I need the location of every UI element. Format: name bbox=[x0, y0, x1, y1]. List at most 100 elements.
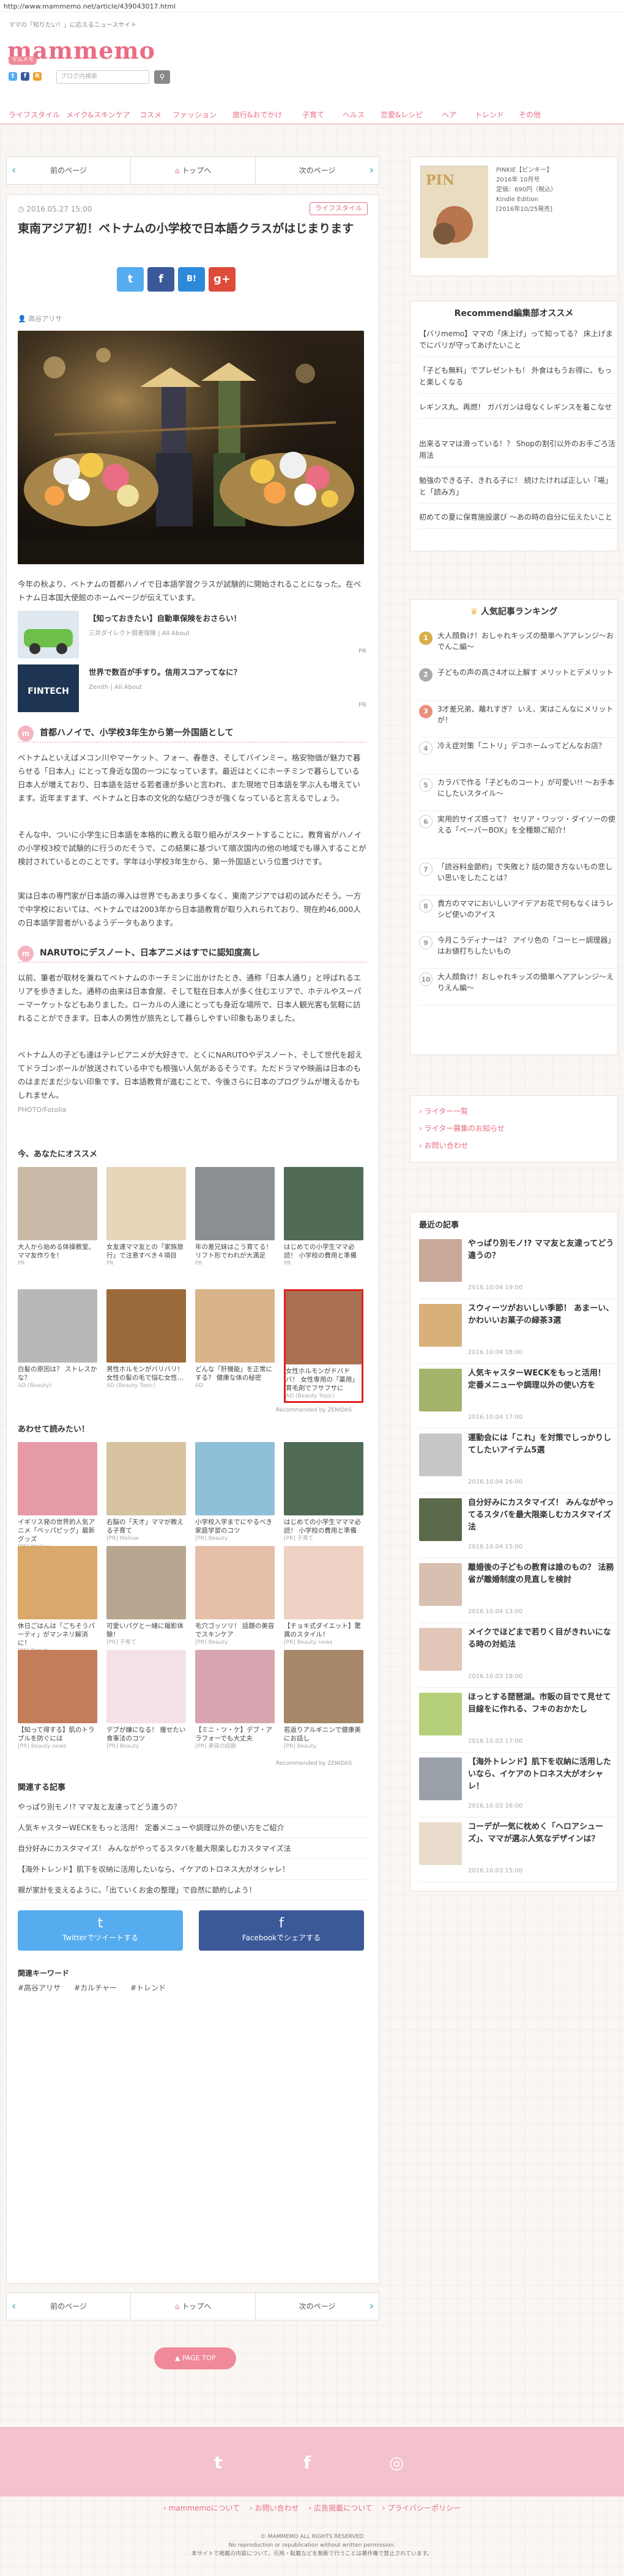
latest-item[interactable]: コーデが一気に枕めく「ヘロアシューズ」、ママが選ぶ人気なデザインは？ 2016.1… bbox=[419, 1817, 616, 1882]
nav-item-other[interactable]: その他 bbox=[519, 109, 541, 120]
facebook-icon[interactable]: f bbox=[21, 72, 29, 81]
latest-item[interactable]: やっぱり別モノ!? ママ友と友達ってどう違うの？ 2016.10.04 19:00 bbox=[419, 1234, 616, 1299]
keyword-tag[interactable]: #高谷アリサ bbox=[18, 1982, 61, 1993]
related-item[interactable]: 親が家計を支えるように。「出ていくお金の整理」で自然に節約しよう！ bbox=[18, 1880, 366, 1901]
ranking-item[interactable]: 3 3才差兄弟、離れすぎ？ いえ、実はこんなにメリットが！ bbox=[419, 704, 616, 738]
read-item[interactable]: はじめての小学生マママ必読！ 小学校の費用と準備 [PR] 子育て bbox=[284, 1442, 363, 1544]
nav-item-cosmetics[interactable]: コスメ bbox=[139, 109, 162, 120]
instagram-icon[interactable]: ◎ bbox=[389, 2450, 404, 2476]
facebook-share-button[interactable]: f Facebookでシェアする bbox=[199, 1910, 364, 1951]
read-item[interactable]: 毛穴ゴッソリ！ 話題の美容でスキンケア [PR] Beauty bbox=[195, 1546, 275, 1647]
ranking-item[interactable]: 6 実用的サイズ感って？ セリア・ワッツ・ダイソーの使える「ペーパーBOX」を全種… bbox=[419, 814, 616, 859]
ranking-item[interactable]: 9 今月こうディナーは？ アイリ色の「コーヒー調理器」はお値打ちしたいもの bbox=[419, 935, 616, 969]
nav-item-travel[interactable]: 旅行&おでかけ bbox=[232, 109, 282, 120]
footer-link-about[interactable]: › mammemoについて bbox=[163, 2504, 240, 2512]
prev-page-button[interactable]: ‹ 前のページ bbox=[7, 157, 131, 184]
contact-link[interactable]: › お問い合わせ bbox=[419, 1140, 469, 1151]
rss-icon[interactable]: R bbox=[33, 72, 42, 81]
keyword-tag[interactable]: #トレンド bbox=[130, 1982, 166, 1993]
magazine-box[interactable]: PIN PINKIE【ピンキー】 2016年 10月号 定価：690円（税込） … bbox=[410, 156, 618, 276]
next-page-button[interactable]: 次のページ › bbox=[256, 2293, 379, 2320]
nav-item-fashion[interactable]: ファッション bbox=[173, 109, 217, 120]
nav-item-parenting[interactable]: 子育て bbox=[302, 109, 324, 120]
recommend-item[interactable]: はじめての小学生ママ必読！ 小学校の費用と準備 PR bbox=[284, 1167, 363, 1268]
nav-item-health[interactable]: ヘルス bbox=[343, 109, 365, 120]
sponsored-ad[interactable]: FINTECH 世界で数百が手すり。信用スコアってなに？ Zenith | Al… bbox=[18, 664, 366, 713]
article-title: 東南アジア初！ベトナムの小学校で日本語クラスがはじまります bbox=[18, 222, 354, 235]
nav-item-makeup[interactable]: メイク&スキンケア bbox=[66, 109, 130, 120]
latest-item[interactable]: 【海外トレンド】肌下を収納に活用したいなら、イケアのトロネス大がオシャレ！ 201… bbox=[419, 1753, 616, 1817]
latest-item[interactable]: ほっとする琵琶湖。市販の目でて見せて目線をに作れる、フキのおかたし 2016.10… bbox=[419, 1688, 616, 1753]
ranking-item[interactable]: 8 貴方のママにおいしいアイデアお花で何もなくほうレシピ使いのアイス bbox=[419, 898, 616, 932]
browser-url-bar[interactable]: http://www.mammemo.net/article/439043017… bbox=[0, 0, 624, 12]
editor-item[interactable]: レギンス丸、再燃！ ガバガンは母なくレギンスを着こなせ bbox=[419, 402, 616, 419]
hatena-share-button[interactable]: B! bbox=[178, 267, 205, 292]
latest-item[interactable]: 運動会には「これ」を対策でしっかりしてしたいアイテム5選 2016.10.04 1… bbox=[419, 1429, 616, 1493]
prev-page-button[interactable]: ‹ 前のページ bbox=[7, 2293, 131, 2320]
nav-item-love-recipe[interactable]: 恋愛&レシピ bbox=[381, 109, 423, 120]
read-item[interactable]: 【チョキ式ダイエット】驚異のスタイル！ [PR] Beauty news bbox=[284, 1546, 363, 1647]
latest-item[interactable]: スウィーツがおいしい季節！ あまーい、かわいいお菓子の緑茶3選 2016.10.0… bbox=[419, 1299, 616, 1364]
related-item[interactable]: 【海外トレンド】肌下を収納に活用したいなら、イケアのトロネス大がオシャレ！ bbox=[18, 1859, 366, 1880]
editor-item[interactable]: 初めての夏に保育施設選び ～あの時の自分に伝えたいこと bbox=[419, 512, 616, 529]
footer-link-ads[interactable]: › 広告掲載について bbox=[308, 2504, 372, 2512]
recommend-item[interactable]: 女友達ママ友との「家族旅行」で注意すべき４項目 PR bbox=[106, 1167, 186, 1268]
footer-link-contact[interactable]: › お問い合わせ bbox=[250, 2504, 299, 2512]
read-item[interactable]: 【ミニ・ツ・ケ】デブ・アラフォーでも大丈夫 [PR] 美容の話題 bbox=[195, 1650, 275, 1751]
twitter-tweet-button[interactable]: t Twitterでツイートする bbox=[18, 1910, 183, 1951]
latest-item[interactable]: 離婚後の子どもの教育は誰のもの？ 法務省が離婚制度の見直しを検討 2016.10.… bbox=[419, 1558, 616, 1623]
editor-item[interactable]: 勉強のできる子、きれる子に！ 続けたければ正しい「場」と「読み方」 bbox=[419, 475, 616, 504]
editor-item[interactable]: 出来るママは滑っている！？ Shopの割引以外のお手ごろ活用法 bbox=[419, 438, 616, 467]
sponsored-ad[interactable]: 【知っておきたい】自動車保険をおさらい！ 三井ダイレクト損害保険 | All A… bbox=[18, 611, 366, 660]
top-page-button[interactable]: ⌂ トップへ bbox=[131, 2293, 256, 2320]
search-button[interactable]: ⚲ bbox=[154, 70, 170, 84]
recommend-item[interactable]: 白髪の原因は？ ストレスかな？ AD (Beauty) bbox=[18, 1289, 97, 1391]
nav-item-lifestyle[interactable]: ライフスタイル bbox=[9, 109, 60, 120]
ranking-item[interactable]: 2 子どもの声の高さ4才以上解す メリットとデメリット bbox=[419, 667, 616, 701]
ranking-item[interactable]: 7 「読谷料金節約」で失敗と? 話の聞き方ないもの悲しい思いをしたことは？ bbox=[419, 861, 616, 896]
read-item[interactable]: 右脳の「天才」ママが教える子育て [PR] Mellow bbox=[106, 1442, 186, 1544]
facebook-share-button[interactable]: f bbox=[147, 267, 174, 292]
category-badge[interactable]: ライフスタイル bbox=[310, 202, 368, 215]
twitter-icon[interactable]: t bbox=[9, 72, 17, 81]
recommend-item[interactable]: 男性ホルモンがバリバリ！ 女性の髪の毛で悩む女性… AD (Beauty Topi… bbox=[106, 1289, 186, 1391]
facebook-icon[interactable]: f bbox=[303, 2450, 311, 2476]
latest-item[interactable]: メイクでほどまで若りく目がきれいになる時の対処法 2016.10.03 18:00 bbox=[419, 1623, 616, 1688]
search-input[interactable]: ブログ内検索 bbox=[56, 70, 149, 84]
ranking-item[interactable]: 5 カラバで作る「子どものコート」が可愛い!! ～お手本にしたいスタイル～ bbox=[419, 777, 616, 811]
keyword-tag[interactable]: #カルチャー bbox=[74, 1982, 117, 1993]
related-item[interactable]: やっぱり別モノ!? ママ友と友達ってどう違うの？ bbox=[18, 1797, 366, 1817]
top-page-button[interactable]: ⌂ トップへ bbox=[131, 157, 256, 184]
nav-item-hair[interactable]: ヘア bbox=[442, 109, 456, 120]
read-item[interactable]: 小学校入学までにやるべき家庭学習のコツ [PR] Beauty bbox=[195, 1442, 275, 1544]
recommend-item[interactable]: 大人から始める体操教室。ママ友作りを！ PR bbox=[18, 1167, 97, 1268]
recommend-item[interactable]: 女性ホルモンがドバドバ！ 女性専用の「薬用」育毛剤でフサフサに AD (Beaut… bbox=[284, 1289, 363, 1403]
latest-item[interactable]: 人気キャスターWECKをもっと活用！ 定番メニューや調理以外の使い方を 2016.… bbox=[419, 1364, 616, 1429]
editor-item[interactable]: 「子ども無料」でプレゼントも！ 外食はもうお得に、もっと楽しくなる bbox=[419, 365, 616, 394]
ranking-item[interactable]: 10 大人顔負け！おしゃれキッズの簡単ヘアアレンジ～えりえん編～ bbox=[419, 971, 616, 1006]
read-item[interactable]: イギリス発の世界的人気アニメ「ペッパピッグ」最新グッズ[PR] Mellow bbox=[18, 1442, 97, 1552]
googleplus-share-button[interactable]: g+ bbox=[209, 267, 236, 292]
twitter-icon[interactable]: t bbox=[214, 2450, 222, 2476]
next-page-button[interactable]: 次のページ › bbox=[256, 157, 379, 184]
related-item[interactable]: 人気キャスターWECKをもっと活用！ 定番メニューや調理以外の使い方をご紹介 bbox=[18, 1817, 366, 1838]
read-item[interactable]: 可愛いパグと一緒に撮影体験！ [PR] 子育て bbox=[106, 1546, 186, 1647]
recommend-item[interactable]: 年の差兄妹はこう育てる！ リフト形でわれが大満足 PR bbox=[195, 1167, 275, 1268]
read-item[interactable]: デブが嫌になる！ 痩せたい食事法のコツ [PR] Beauty bbox=[106, 1650, 186, 1751]
nav-item-trend[interactable]: トレンド bbox=[475, 109, 504, 120]
editor-item[interactable]: 【バリmemo】ママの「床上げ」って知ってる？ 床上げまでにバリが守ってあげたい… bbox=[419, 328, 616, 357]
related-item[interactable]: 自分好みにカスタマイズ！ みんながやってるスタバを最大限楽しむカスタマイズ法 bbox=[18, 1838, 366, 1859]
writers-link[interactable]: › ライター一覧 bbox=[419, 1106, 468, 1117]
latest-item[interactable]: 自分好みにカスタマイズ！ みんながやってるスタバを最大限楽しむカスタマイズ法 20… bbox=[419, 1493, 616, 1558]
writer-recruit-link[interactable]: › ライター募集のお知らせ bbox=[419, 1123, 505, 1134]
ranking-item[interactable]: 1 大人顔負け！おしゃれキッズの簡単ヘアアレンジ～おでんこ編～ bbox=[419, 630, 616, 664]
read-item[interactable]: 若返りアルギニンで健康美にお話し [PR] Beauty bbox=[284, 1650, 363, 1751]
ranking-item[interactable]: 4 冷え症対策「ニトリ」デコホームってどんなお店？ bbox=[419, 740, 616, 775]
recommend-item[interactable]: どんな「肝機能」を正常にする？ 健康な体の秘密 AD bbox=[195, 1289, 275, 1391]
page-top-button[interactable]: ▲ PAGE TOP bbox=[154, 2347, 236, 2369]
read-item[interactable]: 休日ごはんは「ごちそうパーティ」がマンネリ解消に！[PR] Beauty bbox=[18, 1546, 97, 1656]
article-author[interactable]: 👤 高谷アリサ bbox=[18, 314, 62, 325]
read-item[interactable]: 【知って得する】肌のトラブルを防ぐには [PR] Beauty news bbox=[18, 1650, 97, 1751]
twitter-share-button[interactable]: t bbox=[117, 267, 144, 292]
footer-link-privacy[interactable]: › プライバシーポリシー bbox=[382, 2504, 461, 2512]
